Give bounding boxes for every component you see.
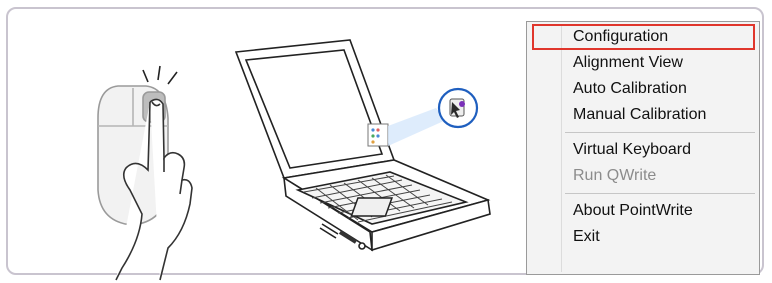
menu-item-alignment-view[interactable]: Alignment View (527, 50, 759, 76)
menu-separator (565, 193, 755, 194)
menu-item-auto-calibration[interactable]: Auto Calibration (527, 76, 759, 102)
menu-item-manual-calibration[interactable]: Manual Calibration (527, 102, 759, 128)
menu-item-about-pointwrite[interactable]: About PointWrite (527, 198, 759, 224)
pointwrite-tray-icon (437, 87, 479, 129)
laptop-with-tray-icon (234, 39, 491, 252)
tray-context-menu: Configuration Alignment View Auto Calibr… (526, 21, 760, 275)
menu-separator (565, 132, 755, 133)
mouse-right-click-icon (97, 65, 193, 281)
menu-item-virtual-keyboard[interactable]: Virtual Keyboard (527, 137, 759, 163)
illustration (97, 39, 491, 281)
menu-item-exit[interactable]: Exit (527, 224, 759, 250)
menu-item-run-qwrite: Run QWrite (573, 167, 657, 184)
menu-item-configuration[interactable]: Configuration (527, 24, 759, 50)
